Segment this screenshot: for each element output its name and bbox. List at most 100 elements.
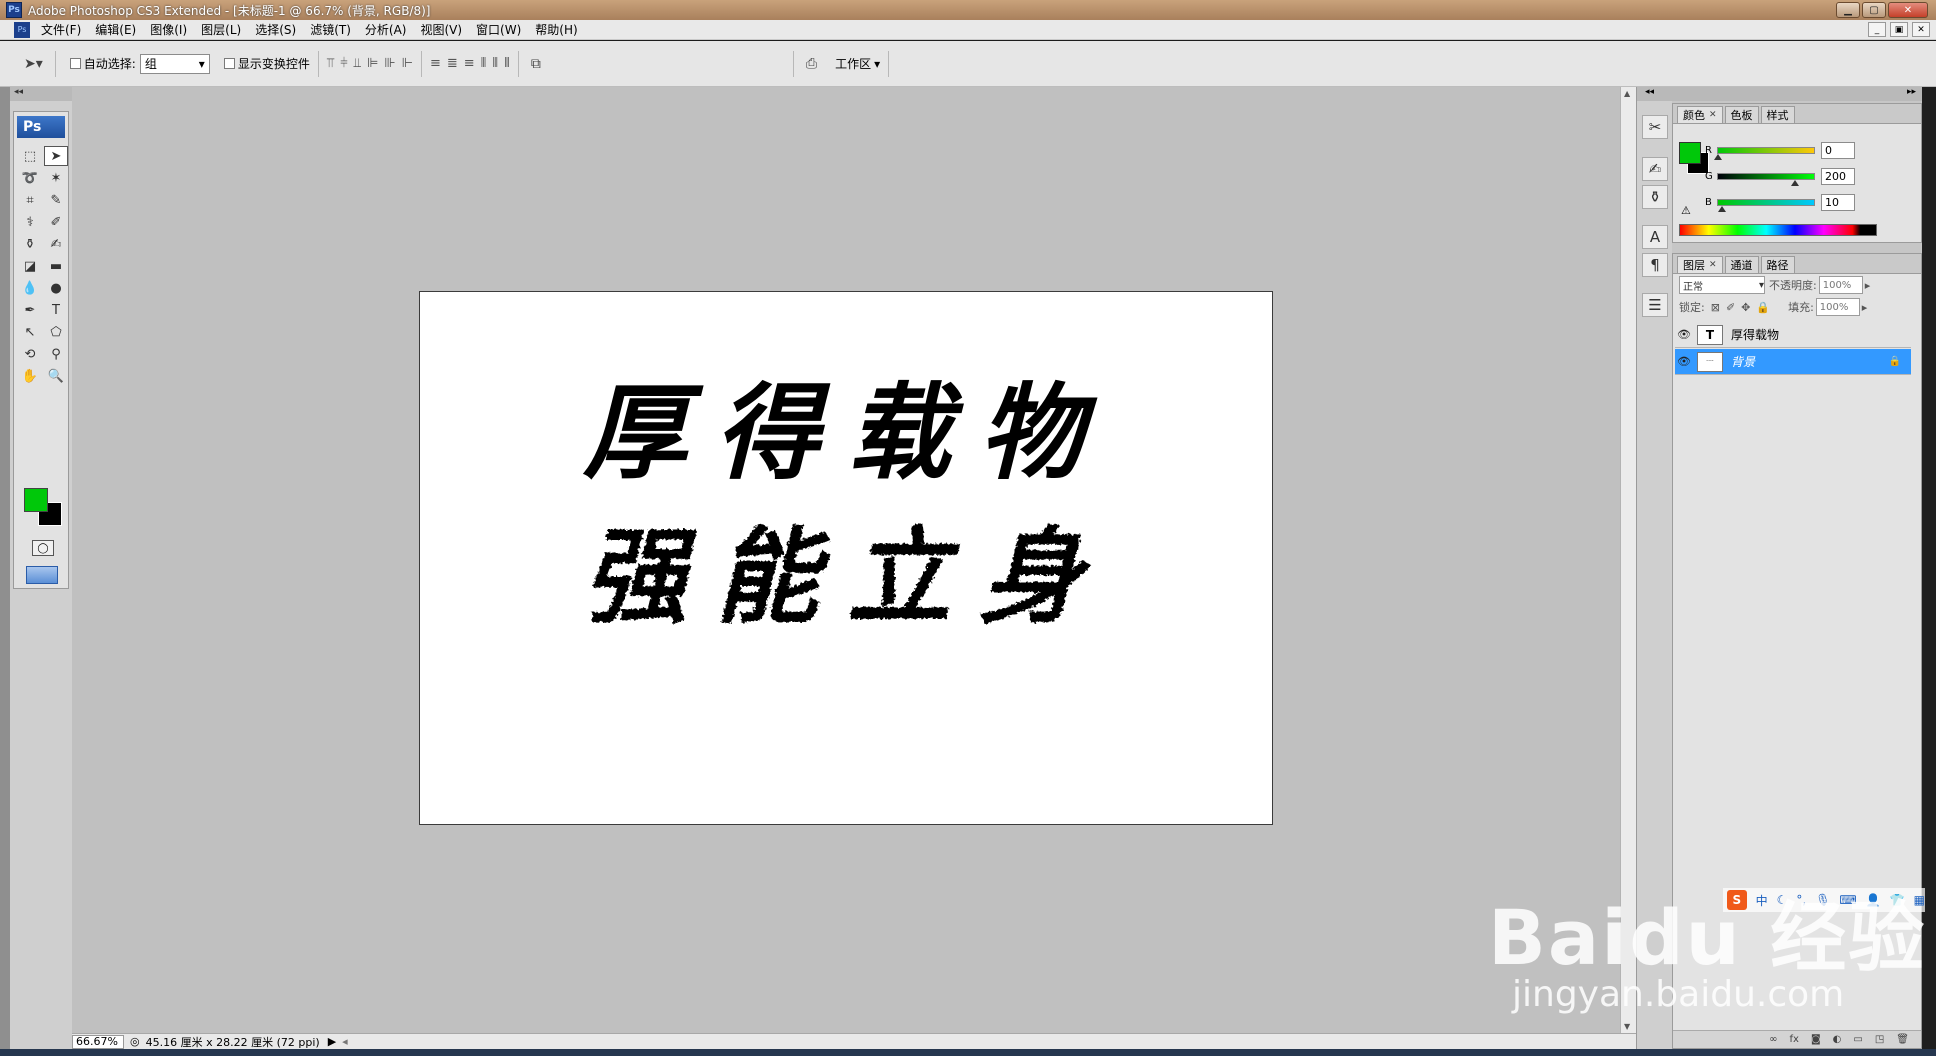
new-group-icon[interactable]: ▭ [1853, 1034, 1862, 1045]
dock-collapse-icon[interactable]: ◂◂ [1637, 87, 1672, 101]
layer-row-background[interactable]: 👁 ···· 背景 🔒 [1675, 349, 1911, 375]
tab-layers[interactable]: 图层 ✕ [1677, 256, 1723, 273]
scroll-up-icon[interactable]: ▲ [1624, 89, 1630, 98]
character-icon[interactable]: A [1642, 225, 1668, 249]
layer-mask-icon[interactable]: ◙ [1811, 1034, 1821, 1045]
grid-icon[interactable]: ▦ [1914, 893, 1925, 907]
shirt-icon[interactable]: 👕 [1890, 893, 1905, 907]
align-bottom-icon[interactable]: ⫫ [354, 56, 361, 71]
bridge-icon[interactable]: ⎙ [806, 56, 817, 72]
distribute-right-icon[interactable]: ⦀ [504, 56, 510, 71]
panels-collapse-icon[interactable]: ▸▸ [1672, 87, 1922, 101]
maximize-button[interactable]: ▢ [1862, 2, 1886, 18]
doc-restore-button[interactable]: ▣ [1890, 22, 1908, 37]
menu-image[interactable]: 图像(I) [143, 21, 194, 38]
distribute-left-icon[interactable]: ⦀ [481, 56, 487, 71]
gradient-icon[interactable]: ▬ [44, 256, 68, 276]
doc-close-button[interactable]: ✕ [1912, 22, 1930, 37]
foreground-color-swatch[interactable] [24, 488, 48, 512]
dodge-icon[interactable]: ● [44, 278, 68, 298]
input-g[interactable]: 200 [1821, 168, 1855, 185]
tab-swatches[interactable]: 色板 [1724, 106, 1759, 123]
layer-comps-icon[interactable]: ☰ [1642, 293, 1668, 317]
auto-select-checkbox[interactable] [69, 58, 81, 69]
distribute-vcenter-icon[interactable]: ≣ [447, 56, 458, 71]
close-button[interactable]: ✕ [1888, 2, 1928, 18]
lock-all-icon[interactable]: 🔒 [1756, 301, 1770, 314]
close-icon[interactable]: ✕ [1709, 260, 1717, 270]
menu-layer[interactable]: 图层(L) [194, 21, 248, 38]
canvas-workspace[interactable]: 厚得载物 强能立身 [72, 87, 1620, 1033]
adjustment-layer-icon[interactable]: ◐ [1833, 1034, 1842, 1045]
shape-icon[interactable]: ⬠ [44, 322, 68, 342]
distribute-hcenter-icon[interactable]: ⦀ [492, 56, 498, 71]
quick-mask-icon[interactable]: ◯ [32, 540, 54, 556]
tools-preset-icon[interactable]: ✂ [1642, 115, 1668, 139]
blur-icon[interactable]: 💧 [18, 278, 42, 298]
zoom-field[interactable]: 66.67% [72, 1034, 124, 1049]
sogou-logo[interactable]: S [1727, 890, 1747, 910]
healing-icon[interactable]: ⚕ [18, 212, 42, 232]
microphone-icon[interactable]: 🎙 [1815, 893, 1830, 907]
eye-icon[interactable]: 👁 [1675, 328, 1693, 341]
eye-icon[interactable]: 👁 [1675, 355, 1693, 368]
lock-pixels-icon[interactable]: ✐ [1726, 301, 1735, 314]
punctuation-icon[interactable]: °, [1796, 893, 1806, 907]
lock-position-icon[interactable]: ✥ [1741, 301, 1750, 314]
layer-row-text[interactable]: 👁 T 厚得载物 [1675, 322, 1911, 348]
panel-fg-swatch[interactable] [1679, 142, 1701, 164]
hscroll-left-icon[interactable]: ◂ [342, 1035, 348, 1048]
status-menu-arrow-icon[interactable]: ▶ [328, 1035, 336, 1048]
slice-icon[interactable]: ✎ [44, 190, 68, 210]
person-icon[interactable]: 👤 [1866, 893, 1881, 907]
slider-thumb-b[interactable] [1717, 206, 1726, 212]
menu-select[interactable]: 选择(S) [248, 21, 303, 38]
brush-icon[interactable]: ✐ [44, 212, 68, 232]
distribute-top-icon[interactable]: ≡ [430, 56, 441, 71]
menu-window[interactable]: 窗口(W) [469, 21, 528, 38]
brushes-icon[interactable]: ✍ [1642, 157, 1668, 181]
menu-analysis[interactable]: 分析(A) [358, 21, 414, 38]
keyboard-icon[interactable]: ⌨ [1839, 893, 1856, 907]
magic-wand-icon[interactable]: ✶ [44, 168, 68, 188]
eyedropper-icon[interactable]: ⚲ [44, 344, 68, 364]
ime-mode-toggle[interactable]: 中 [1756, 892, 1768, 909]
align-vcenter-icon[interactable]: ⫩ [340, 56, 347, 71]
link-layers-icon[interactable]: ∞ [1769, 1034, 1777, 1045]
history-brush-icon[interactable]: ✍ [44, 234, 68, 254]
tab-channels[interactable]: 通道 [1724, 256, 1759, 273]
new-layer-icon[interactable]: ◳ [1875, 1034, 1884, 1045]
clone-stamp-icon[interactable]: ⚱ [18, 234, 42, 254]
type-icon[interactable]: T [44, 300, 68, 320]
align-right-icon[interactable]: ⊩ [402, 56, 413, 71]
hand-icon[interactable]: ✋ [18, 366, 42, 386]
eraser-icon[interactable]: ◪ [18, 256, 42, 276]
menu-view[interactable]: 视图(V) [413, 21, 469, 38]
toolbox-collapse-icon[interactable]: ◂◂ [10, 87, 72, 101]
screen-mode-icon[interactable] [26, 566, 58, 584]
lock-transparency-icon[interactable]: ⊠ [1711, 301, 1720, 314]
align-hcenter-icon[interactable]: ⊪ [384, 56, 395, 71]
color-spectrum-ramp[interactable] [1679, 224, 1877, 236]
scroll-down-icon[interactable]: ▼ [1624, 1022, 1630, 1031]
input-r[interactable]: 0 [1821, 142, 1855, 159]
document-canvas[interactable]: 厚得载物 强能立身 [419, 291, 1273, 825]
delete-layer-icon[interactable]: 🗑 [1896, 1034, 1909, 1045]
marquee-icon[interactable]: ⬚ [18, 146, 42, 166]
tab-styles[interactable]: 样式 [1760, 106, 1795, 123]
fill-field[interactable]: 100% [1815, 298, 1860, 316]
chevron-down-icon[interactable]: ▾ [874, 57, 880, 71]
lasso-icon[interactable]: ➰ [18, 168, 42, 188]
menu-help[interactable]: 帮助(H) [528, 21, 584, 38]
paragraph-icon[interactable]: ¶ [1642, 253, 1668, 277]
slider-thumb-r[interactable] [1714, 154, 1722, 160]
crop-icon[interactable]: ⌗ [18, 190, 42, 210]
close-icon[interactable]: ✕ [1709, 110, 1717, 120]
input-b[interactable]: 10 [1821, 194, 1855, 211]
tab-color[interactable]: 颜色 ✕ [1677, 106, 1723, 123]
status-info-icon[interactable]: ◎ [130, 1035, 140, 1048]
gamut-warning-icon[interactable]: ⚠ [1681, 204, 1691, 217]
document-icon[interactable]: Ps [14, 21, 30, 38]
tab-paths[interactable]: 路径 [1760, 256, 1795, 273]
auto-select-dropdown[interactable]: 组 ▾ [139, 53, 210, 74]
